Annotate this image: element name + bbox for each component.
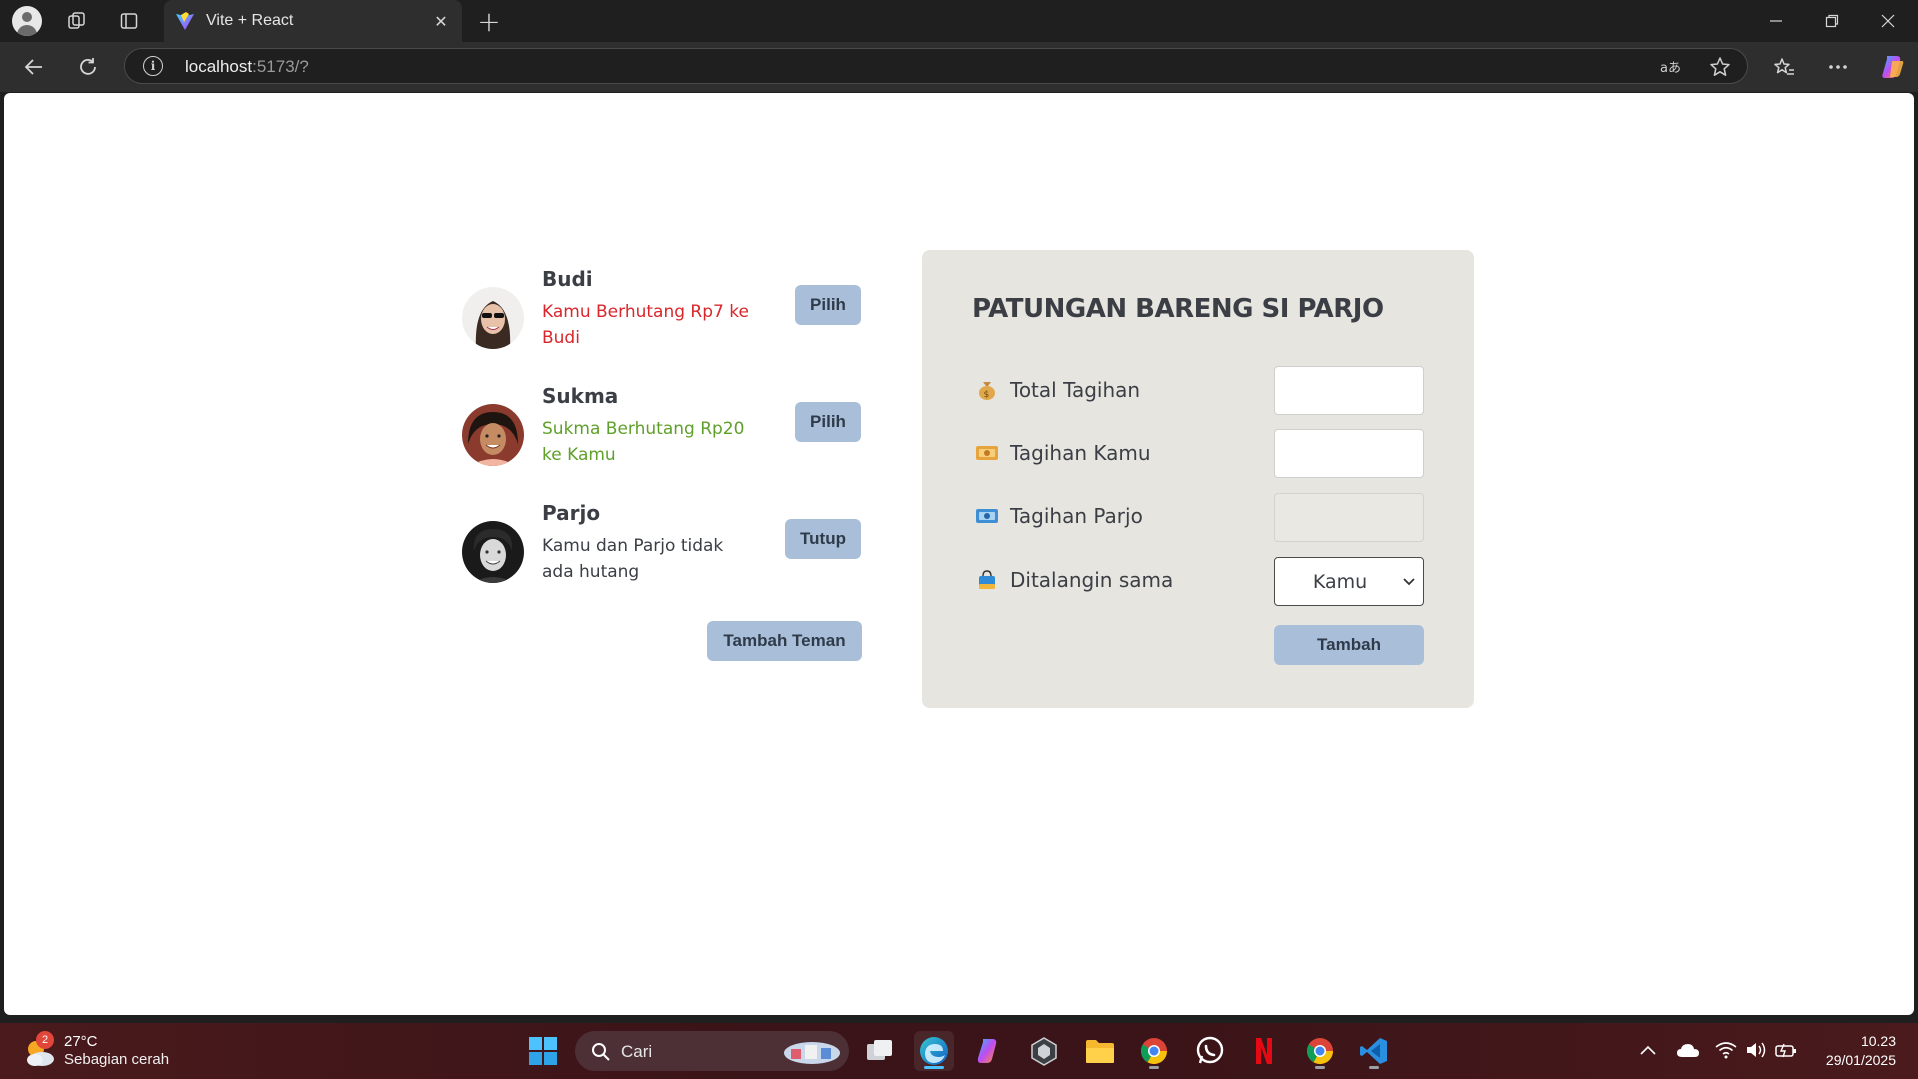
- friend-balance-status: Kamu Berhutang Rp7 ke Budi: [542, 302, 749, 348]
- total-bill-label: Total Tagihan: [1010, 378, 1141, 402]
- edge-browser-icon[interactable]: [914, 1031, 954, 1071]
- chrome-icon[interactable]: [1134, 1031, 1174, 1071]
- copilot-app-icon[interactable]: [968, 1031, 1008, 1071]
- payer-label: Ditalangin sama: [1010, 568, 1174, 592]
- windows-start-icon[interactable]: [523, 1031, 563, 1071]
- weather-notification-badge: 2: [36, 1031, 54, 1049]
- total-bill-input[interactable]: [1274, 366, 1424, 415]
- payer-row: Ditalangin sama: [974, 568, 1173, 592]
- taskbar-search[interactable]: Cari: [575, 1031, 849, 1071]
- url-path: :5173/?: [252, 57, 309, 76]
- vscode-icon[interactable]: [1354, 1031, 1394, 1071]
- minimize-icon[interactable]: [1748, 0, 1804, 42]
- tab-vite-react[interactable]: Vite + React ✕: [164, 0, 462, 42]
- friend-balance-status: Kamu dan Parjo tidak ada hutang: [542, 536, 724, 582]
- clock-date: 29/01/2025: [1825, 1052, 1896, 1068]
- running-app-indicator: [1315, 1066, 1325, 1069]
- chevron-down-icon: [1395, 577, 1423, 586]
- address-bar[interactable]: i localhost:5173/? aあ: [124, 48, 1748, 84]
- close-tab-icon[interactable]: ✕: [426, 6, 456, 36]
- chevron-up-icon[interactable]: [1636, 1037, 1660, 1063]
- your-bill-label: Tagihan Kamu: [1010, 441, 1151, 465]
- submit-split-button[interactable]: Tambah: [1274, 625, 1424, 665]
- task-view-icon[interactable]: [860, 1031, 900, 1071]
- select-friend-button[interactable]: Pilih: [795, 402, 861, 442]
- whatsapp-icon[interactable]: [1190, 1031, 1230, 1071]
- friend-name: Sukma: [542, 384, 619, 408]
- total-bill-row: $ Total Tagihan: [974, 378, 1140, 402]
- friend-name: Budi: [542, 267, 593, 291]
- wifi-icon[interactable]: [1714, 1037, 1738, 1063]
- windows-taskbar: 2 27°C Sebagian cerah Cari 10.23 29/01/2…: [0, 1023, 1918, 1079]
- more-options-icon[interactable]: [1822, 51, 1854, 83]
- close-window-icon[interactable]: [1860, 0, 1916, 42]
- battery-icon[interactable]: [1774, 1037, 1798, 1063]
- friend-name: Parjo: [542, 501, 601, 525]
- onedrive-cloud-icon[interactable]: [1676, 1037, 1700, 1063]
- unity-hub-icon[interactable]: [1024, 1031, 1064, 1071]
- friend-bill-input[interactable]: [1274, 493, 1424, 542]
- file-explorer-icon[interactable]: [1080, 1031, 1120, 1071]
- svg-text:$: $: [984, 390, 990, 400]
- friend-item-sukma: Sukma Sukma Berhutang Rp20 ke Kamu Pilih: [462, 384, 862, 474]
- new-tab-icon[interactable]: +: [474, 5, 504, 38]
- tab-title: Vite + React: [206, 12, 294, 29]
- select-friend-button[interactable]: Pilih: [795, 285, 861, 325]
- workspaces-icon[interactable]: [62, 6, 92, 36]
- avatar-budi: [462, 287, 524, 349]
- close-friend-button[interactable]: Tutup: [785, 519, 861, 559]
- vite-logo-icon: [174, 10, 196, 32]
- volume-icon[interactable]: [1744, 1037, 1768, 1063]
- money-bag-icon: $: [974, 379, 1000, 401]
- add-friend-button[interactable]: Tambah Teman: [707, 621, 862, 661]
- taskbar-clock[interactable]: 10.23 29/01/2025: [1826, 1032, 1896, 1070]
- friend-bill-row: Tagihan Parjo: [974, 504, 1143, 528]
- netflix-icon[interactable]: [1244, 1031, 1284, 1071]
- search-highlight-image-icon: [784, 1042, 840, 1064]
- weather-description: Sebagian cerah: [64, 1051, 170, 1068]
- back-arrow-icon[interactable]: [18, 51, 50, 83]
- euro-banknote-icon: [974, 505, 1000, 527]
- friend-item-parjo: Parjo Kamu dan Parjo tidak ada hutang Tu…: [462, 501, 862, 591]
- url-host: localhost: [185, 57, 253, 76]
- running-app-indicator: [1149, 1066, 1159, 1069]
- read-aloud-icon[interactable]: aあ: [1657, 54, 1683, 80]
- cash-icon: [974, 442, 1000, 464]
- page-viewport: Budi Kamu Berhutang Rp7 ke Budi Pilih Su…: [4, 93, 1914, 1015]
- site-info-icon[interactable]: i: [143, 56, 163, 76]
- profile-avatar-icon[interactable]: [12, 6, 42, 36]
- your-bill-input[interactable]: [1274, 429, 1424, 478]
- clock-time: 10.23: [1860, 1033, 1896, 1049]
- avatar-sukma: [462, 404, 524, 466]
- active-app-indicator: [924, 1066, 944, 1069]
- favorite-star-icon[interactable]: [1707, 54, 1733, 80]
- running-app-indicator: [1369, 1066, 1379, 1069]
- search-placeholder: Cari: [621, 1042, 653, 1061]
- your-bill-row: Tagihan Kamu: [974, 441, 1151, 465]
- copilot-icon[interactable]: [1876, 51, 1908, 83]
- restore-icon[interactable]: [1804, 0, 1860, 42]
- url-text[interactable]: localhost:5173/?: [185, 57, 309, 77]
- browser-toolbar: i localhost:5173/? aあ: [0, 42, 1918, 92]
- weather-temperature: 27°C: [64, 1033, 98, 1050]
- form-title: PATUNGAN BARENG SI PARJO: [972, 294, 1384, 324]
- split-bill-form: PATUNGAN BARENG SI PARJO $ Total Tagihan…: [922, 250, 1474, 708]
- refresh-icon[interactable]: [72, 51, 104, 83]
- search-icon: [592, 1043, 610, 1061]
- weather-widget[interactable]: 2 27°C Sebagian cerah: [22, 1031, 202, 1071]
- avatar-parjo: [462, 521, 524, 583]
- friend-balance-status: Sukma Berhutang Rp20 ke Kamu: [542, 419, 745, 465]
- vertical-tabs-icon[interactable]: [114, 6, 144, 36]
- chrome-profile-icon[interactable]: [1300, 1031, 1340, 1071]
- friend-bill-label: Tagihan Parjo: [1010, 504, 1143, 528]
- browser-tab-bar: Vite + React ✕ +: [0, 0, 1918, 42]
- svg-text:aあ: aあ: [1660, 61, 1681, 76]
- favorites-icon[interactable]: [1768, 51, 1800, 83]
- friend-item-budi: Budi Kamu Berhutang Rp7 ke Budi Pilih: [462, 267, 862, 357]
- payer-select[interactable]: Kamu: [1274, 557, 1424, 606]
- payer-selected-value: Kamu: [1312, 570, 1368, 593]
- shopping-bag-icon: [974, 569, 1000, 591]
